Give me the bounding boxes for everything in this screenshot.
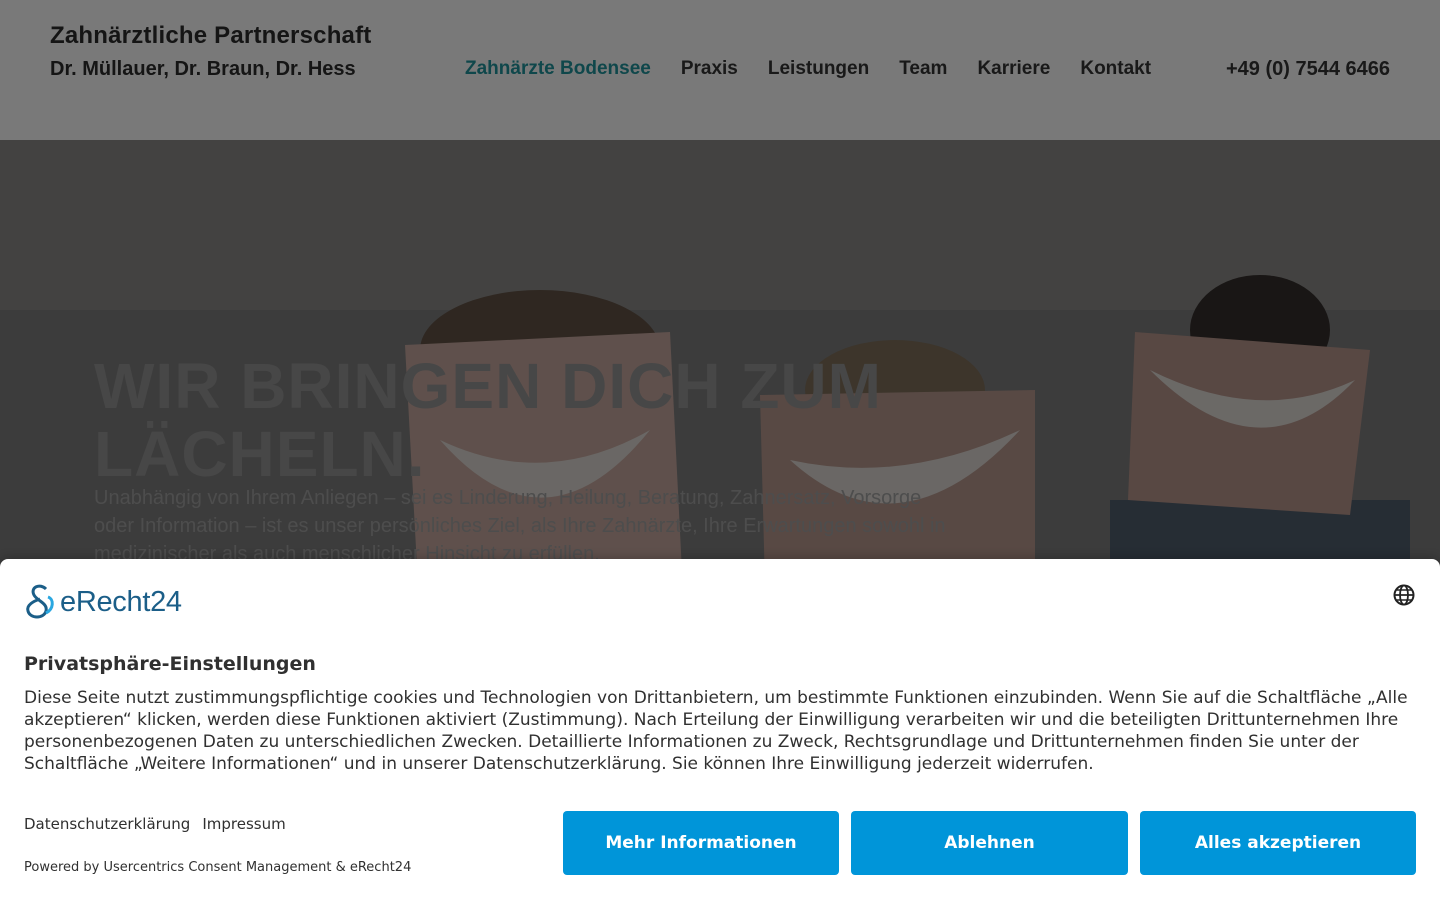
accept-all-button[interactable]: Alles akzeptieren <box>1140 811 1416 875</box>
logo-text: eRecht24 <box>60 585 182 618</box>
powered-by: Powered by Usercentrics Consent Manageme… <box>24 860 412 875</box>
consent-banner: eRecht24 Privatsphäre-Einstellungen Dies… <box>0 559 1440 900</box>
erecht24-logo-icon <box>26 584 54 619</box>
consent-title: Privatsphäre-Einstellungen <box>24 653 316 675</box>
privacy-policy-link[interactable]: Datenschutzerklärung <box>24 815 190 833</box>
globe-icon[interactable] <box>1392 583 1416 607</box>
consent-text: Diese Seite nutzt zustimmungspflichtige … <box>24 688 1408 774</box>
consent-links: Datenschutzerklärung Impressum <box>24 815 286 833</box>
more-info-button[interactable]: Mehr Informationen <box>563 811 839 875</box>
decline-button[interactable]: Ablehnen <box>851 811 1128 875</box>
erecht24-logo: eRecht24 <box>24 583 182 621</box>
imprint-link[interactable]: Impressum <box>202 815 285 833</box>
